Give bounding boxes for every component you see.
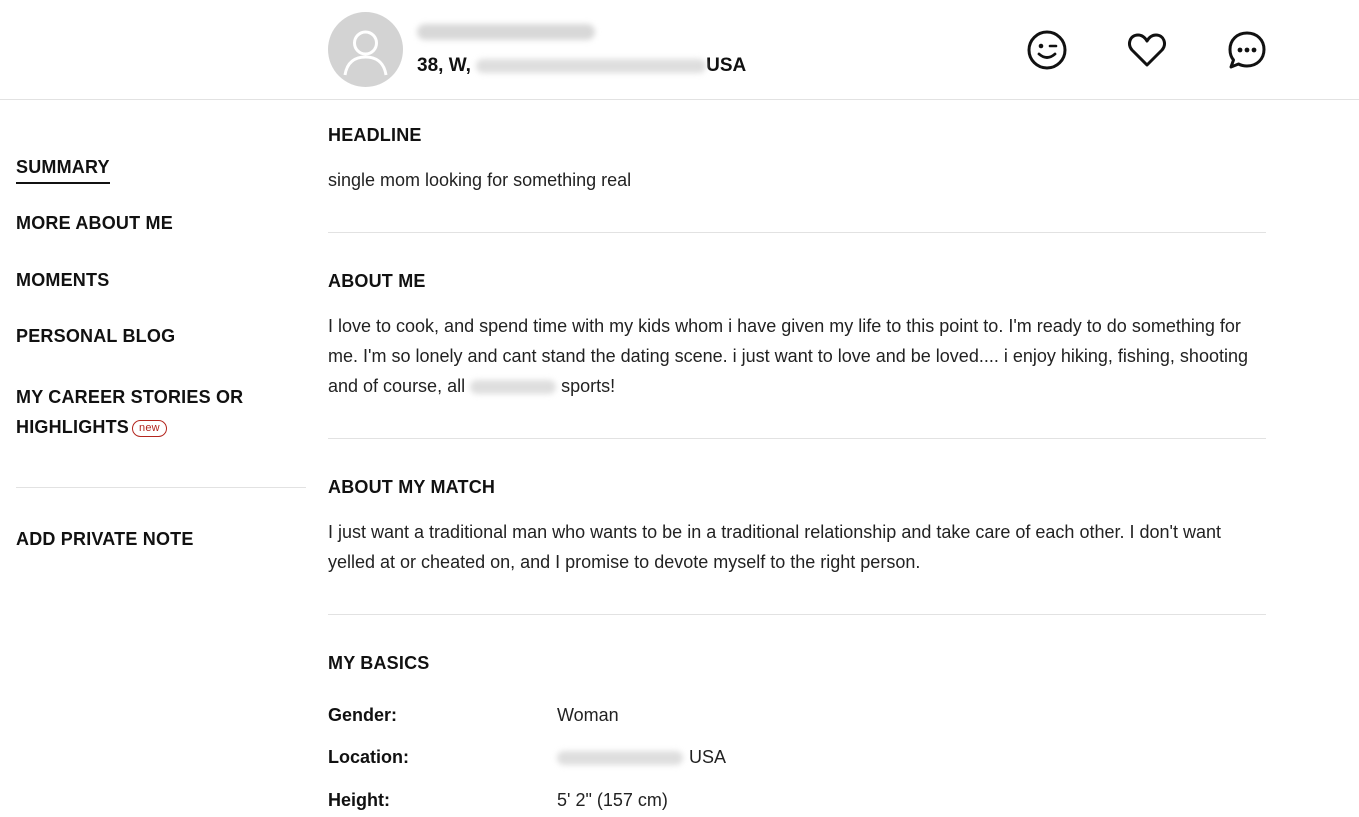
age-gender: 38, W,: [417, 55, 471, 76]
about-match-title: ABOUT MY MATCH: [328, 477, 496, 497]
nav-summary[interactable]: SUMMARY: [16, 157, 110, 184]
nav-moments[interactable]: MOMENTS: [16, 270, 109, 291]
nav-career-stories[interactable]: MY CAREER STORIES OR HIGHLIGHTS new: [16, 382, 243, 442]
headline-title: HEADLINE: [328, 125, 422, 145]
basic-label-gender: Gender:: [328, 705, 398, 725]
wink-face-icon: [1027, 30, 1067, 70]
like-button[interactable]: [1126, 29, 1168, 71]
location-country: USA: [689, 747, 727, 767]
basics-title: MY BASICS: [328, 653, 430, 673]
nav-career-stories-line2: HIGHLIGHTS: [16, 417, 129, 437]
basic-value-height: 5' 2" (157 cm): [557, 790, 668, 810]
message-button[interactable]: [1226, 29, 1268, 71]
add-private-note-button[interactable]: ADD PRIVATE NOTE: [16, 529, 194, 550]
about-me-text-part2: sports!: [561, 376, 616, 396]
avatar[interactable]: [328, 12, 403, 87]
basic-label-height: Height:: [328, 790, 390, 810]
city-state-redacted: [476, 58, 707, 73]
new-badge: new: [132, 419, 167, 437]
nav-personal-blog[interactable]: PERSONAL BLOG: [16, 326, 175, 347]
profile-subline: 38, W, USA: [417, 55, 746, 77]
location-redacted: [557, 751, 683, 766]
wink-button[interactable]: [1026, 29, 1068, 71]
headline-text: single mom looking for something real: [328, 170, 632, 190]
basic-value-gender: Woman: [557, 705, 619, 725]
section-divider: [328, 438, 1266, 439]
redacted-word: [470, 380, 557, 395]
about-me-text: I love to cook, and spend time with my k…: [328, 311, 1266, 401]
section-divider: [328, 614, 1266, 615]
heart-icon: [1128, 33, 1166, 67]
about-match-text: I just want a traditional man who wants …: [328, 522, 1221, 572]
nav-more-about-me[interactable]: MORE ABOUT ME: [16, 213, 173, 234]
chat-bubble-icon: [1228, 31, 1266, 69]
profile-header: 38, W, USA: [0, 0, 1359, 100]
section-divider: [328, 232, 1266, 233]
nav-career-stories-line1: MY CAREER STORIES OR: [16, 387, 244, 407]
about-me-text-part1: I love to cook, and spend time with my k…: [328, 316, 1248, 396]
basic-label-location: Location:: [328, 747, 409, 767]
about-me-title: ABOUT ME: [328, 271, 426, 291]
username-redacted: [417, 24, 595, 40]
person-silhouette-icon: [343, 30, 388, 76]
sidebar-divider: [16, 487, 306, 488]
basic-value-location: USA: [557, 747, 726, 768]
country: USA: [706, 55, 747, 76]
